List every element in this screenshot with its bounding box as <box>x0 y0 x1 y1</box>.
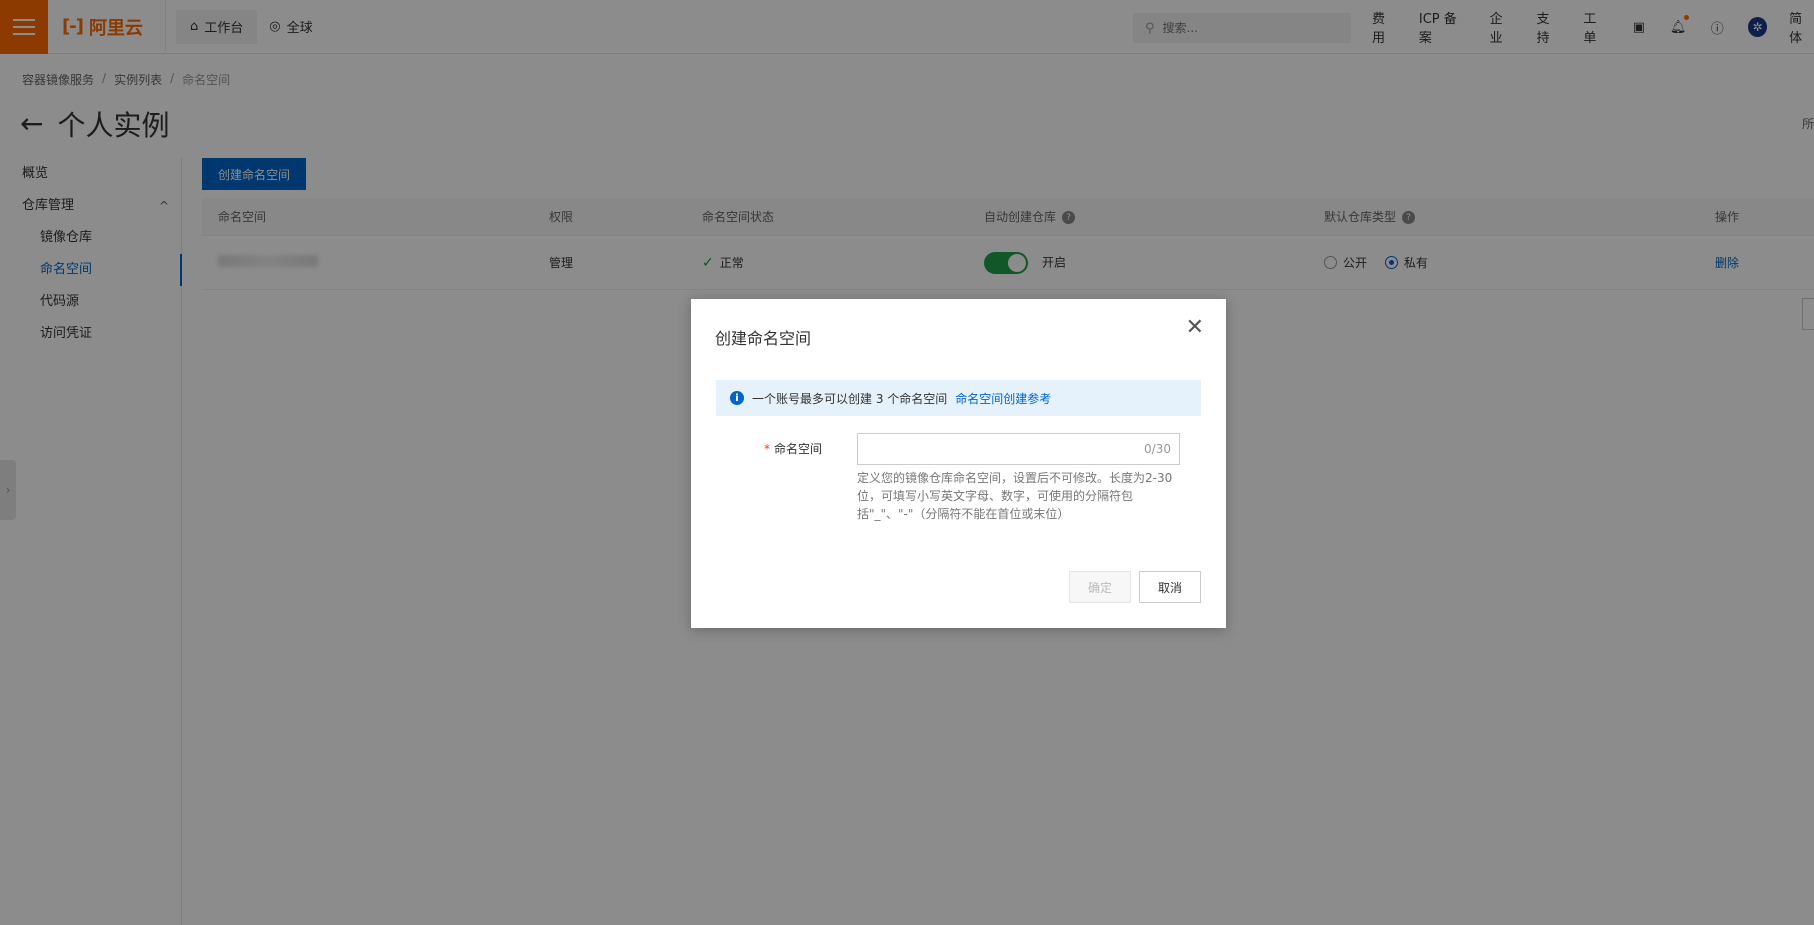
namespace-guide-link[interactable]: 命名空间创建参考 <box>955 390 1051 407</box>
create-namespace-dialog: 创建命名空间 ✕ i 一个账号最多可以创建 3 个命名空间 命名空间创建参考 *… <box>691 299 1226 628</box>
info-notice: i 一个账号最多可以创建 3 个命名空间 命名空间创建参考 <box>716 380 1201 416</box>
required-asterisk: * <box>764 442 770 456</box>
cancel-button[interactable]: 取消 <box>1139 571 1201 603</box>
close-icon[interactable]: ✕ <box>1186 317 1204 339</box>
namespace-field-label: * 命名空间 <box>764 440 822 457</box>
char-counter: 0/30 <box>1144 442 1171 456</box>
namespace-input-wrapper: 0/30 <box>857 433 1180 465</box>
info-icon: i <box>730 391 744 405</box>
confirm-button[interactable]: 确定 <box>1069 571 1131 603</box>
namespace-hint: 定义您的镜像仓库命名空间，设置后不可修改。长度为2-30位，可填写小写英文字母、… <box>857 471 1173 521</box>
info-text: 一个账号最多可以创建 3 个命名空间 <box>752 391 948 406</box>
dialog-title: 创建命名空间 <box>715 329 812 348</box>
namespace-input[interactable] <box>858 434 1145 464</box>
namespace-field-label-text: 命名空间 <box>774 442 823 456</box>
